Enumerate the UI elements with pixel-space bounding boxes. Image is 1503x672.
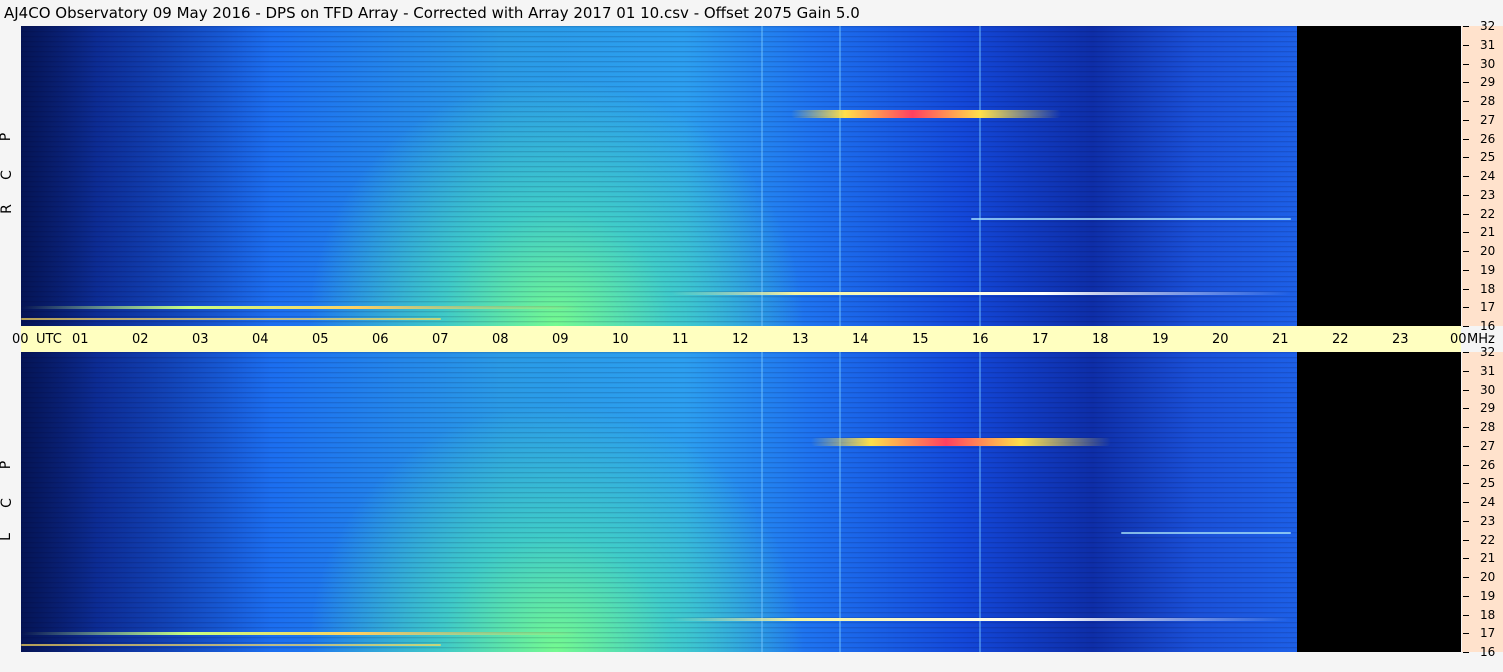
frequency-tick: 20 [1462, 244, 1496, 258]
frequency-tick: 29 [1462, 75, 1496, 90]
frequency-axis-rcp: 32 31 30 29 28 27 26 25 24 23 22 21 20 19 18 17 16 [1462, 20, 1503, 332]
time-tick: 22 [1332, 332, 1349, 347]
frequency-tick: 23 [1462, 513, 1496, 528]
frequency-tick: 30 [1462, 56, 1496, 71]
time-tick: 02 [132, 332, 149, 347]
signal-streak [21, 306, 581, 309]
frequency-tick: 21 [1462, 225, 1496, 240]
burst-feature [791, 110, 1061, 118]
lcp-spectrogram [21, 352, 1461, 652]
frequency-tick: 28 [1462, 420, 1496, 434]
time-tick: 15 [912, 332, 929, 347]
time-tick: 19 [1152, 332, 1169, 347]
signal-streak [21, 644, 441, 646]
frequency-axis-lcp: 32 31 30 29 28 27 26 25 24 23 22 21 20 19 18 17 16 [1462, 346, 1503, 658]
rcp-spectrogram [21, 26, 1461, 326]
time-tick: 18 [1092, 332, 1109, 347]
frequency-tick: 19 [1462, 588, 1496, 603]
frequency-tick: 29 [1462, 401, 1496, 416]
frequency-tick: 24 [1462, 169, 1496, 183]
burst-feature [811, 438, 1111, 446]
interference-line [979, 26, 981, 326]
frequency-tick: 26 [1462, 131, 1496, 146]
frequency-tick: 23 [1462, 187, 1496, 202]
frequency-tick: 26 [1462, 457, 1496, 472]
rcp-letter: R [0, 204, 15, 214]
frequency-tick: 30 [1462, 382, 1496, 397]
time-tick: 23 [1392, 332, 1409, 347]
signal-streak [971, 218, 1291, 220]
frequency-tick: 27 [1462, 112, 1496, 127]
frequency-tick: 27 [1462, 438, 1496, 453]
frequency-tick: 32 [1462, 19, 1496, 33]
rcp-letter: P [0, 133, 14, 141]
frequency-tick: 20 [1462, 570, 1496, 584]
chart-title: AJ4CO Observatory 09 May 2016 - DPS on T… [4, 4, 860, 22]
time-tick: 11 [672, 332, 689, 347]
interference-line [979, 352, 981, 652]
time-tick: 04 [252, 332, 269, 347]
frequency-tick: 32 [1462, 345, 1496, 359]
time-tick: 20 [1212, 332, 1229, 347]
frequency-tick: 22 [1462, 532, 1496, 547]
time-tick: 17 [1032, 332, 1049, 347]
time-tick: 10 [612, 332, 629, 347]
no-data-region [1297, 352, 1461, 652]
time-tick: 16 [972, 332, 989, 347]
interference-line [839, 26, 841, 326]
signal-streak [1121, 532, 1291, 534]
interference-line [761, 26, 763, 326]
rcp-label: P C R [0, 130, 16, 220]
frequency-tick: 18 [1462, 607, 1496, 622]
time-tick: 00 [1450, 332, 1467, 347]
interference-line [761, 352, 763, 652]
frequency-tick: 18 [1462, 281, 1496, 296]
signal-streak [21, 318, 441, 320]
time-tick: 21 [1272, 332, 1289, 347]
frequency-tick: 22 [1462, 206, 1496, 221]
signal-streak [671, 618, 1291, 621]
frequency-tick: 17 [1462, 626, 1496, 641]
frequency-tick: 17 [1462, 300, 1496, 315]
time-tick: 06 [372, 332, 389, 347]
time-tick: 05 [312, 332, 329, 347]
rcp-letter: C [0, 170, 15, 180]
time-axis: 00 UTC 01 02 03 04 05 06 07 08 09 10 11 … [12, 326, 1495, 352]
time-tick: 07 [432, 332, 449, 347]
frequency-tick: 31 [1462, 37, 1496, 52]
time-tick: 08 [492, 332, 509, 347]
lcp-letter: P [0, 461, 14, 469]
frequency-tick: 25 [1462, 476, 1496, 491]
lcp-label: P C L [0, 458, 16, 548]
frequency-tick: 25 [1462, 150, 1496, 165]
interference-line [839, 352, 841, 652]
frequency-tick: 19 [1462, 262, 1496, 277]
time-tick: 12 [732, 332, 749, 347]
signal-streak [671, 292, 1291, 295]
time-tick: 09 [552, 332, 569, 347]
time-tick: 14 [852, 332, 869, 347]
frequency-tick: 16 [1462, 319, 1496, 333]
frequency-tick: 28 [1462, 94, 1496, 108]
lcp-letter: L [0, 533, 14, 541]
time-tick: 00 [12, 332, 29, 347]
frequency-tick: 31 [1462, 363, 1496, 378]
signal-streak [21, 632, 581, 635]
frequency-tick: 21 [1462, 551, 1496, 566]
time-axis-unit-utc: UTC [36, 332, 62, 347]
time-tick: 01 [72, 332, 89, 347]
time-tick: 03 [192, 332, 209, 347]
frequency-tick: 16 [1462, 645, 1496, 659]
low-intensity-region [21, 352, 271, 652]
frequency-tick: 24 [1462, 495, 1496, 509]
lcp-letter: C [0, 498, 15, 508]
no-data-region [1297, 26, 1461, 326]
time-tick: 13 [792, 332, 809, 347]
low-intensity-region [21, 26, 271, 326]
